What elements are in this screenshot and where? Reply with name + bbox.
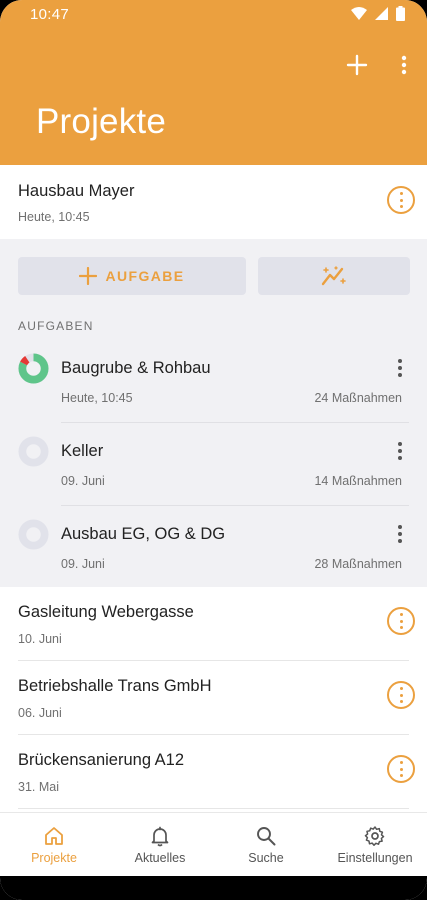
nav-label: Einstellungen <box>337 851 413 865</box>
task-measure-count: 24 Maßnahmen <box>314 391 402 405</box>
nav-aktuelles[interactable]: Aktuelles <box>120 813 200 877</box>
project-title: Betriebshalle Trans GmbH <box>18 677 212 695</box>
nav-label: Aktuelles <box>134 851 186 865</box>
plus-icon <box>346 54 368 76</box>
project-info-button[interactable] <box>387 607 415 635</box>
magic-wand-icon <box>321 266 346 286</box>
bell-icon <box>151 826 169 847</box>
task-title: Baugrube & Rohbau <box>61 359 211 377</box>
plus-icon <box>79 267 98 285</box>
project-item[interactable]: Gasleitung Webergasse 10. Juni <box>0 587 427 661</box>
project-item[interactable]: Brückensanierung A12 31. Mai <box>0 735 427 809</box>
project-info-button[interactable] <box>387 755 415 783</box>
task-progress-ring <box>18 519 49 550</box>
app-header: 10:47 Projekte <box>0 0 427 165</box>
add-project-button[interactable] <box>342 50 372 80</box>
task-progress-ring <box>18 353 49 384</box>
nav-suche[interactable]: Suche <box>226 813 306 877</box>
project-item-selected[interactable]: Hausbau Mayer Heute, 10:45 <box>0 165 427 239</box>
project-tasks-panel: AUFGABE AUFGABEN Baugrube & Rohbau Heute… <box>0 239 427 587</box>
overflow-menu-button[interactable] <box>389 50 419 80</box>
task-item[interactable]: Keller 09. Juni 14 Maßnahmen <box>0 422 427 506</box>
project-date: 06. Juni <box>18 706 62 720</box>
project-date: Heute, 10:45 <box>18 210 90 224</box>
project-date: 31. Mai <box>18 780 59 794</box>
task-measure-count: 14 Maßnahmen <box>314 474 402 488</box>
app-screen: 10:47 Projekte Hausbau Mayer Heute, 10:4… <box>0 0 427 900</box>
bottom-navigation: Projekte Aktuelles Suche Einstellungen <box>0 812 427 876</box>
task-item[interactable]: Baugrube & Rohbau Heute, 10:45 24 Maßnah… <box>0 339 427 423</box>
project-title: Hausbau Mayer <box>18 182 135 200</box>
nav-einstellungen[interactable]: Einstellungen <box>328 813 422 877</box>
task-date: Heute, 10:45 <box>61 391 133 405</box>
task-title: Ausbau EG, OG & DG <box>61 525 226 543</box>
task-date: 09. Juni <box>61 474 105 488</box>
task-item[interactable]: Ausbau EG, OG & DG 09. Juni 28 Maßnahmen <box>0 505 427 589</box>
add-task-button[interactable]: AUFGABE <box>18 257 246 295</box>
status-bar: 10:47 <box>0 0 427 28</box>
task-menu-button[interactable] <box>395 525 405 545</box>
nav-label: Suche <box>248 851 284 865</box>
project-info-button[interactable] <box>387 681 415 709</box>
task-menu-button[interactable] <box>395 442 405 462</box>
gear-icon <box>364 826 385 846</box>
task-progress-ring <box>18 436 49 467</box>
project-info-button[interactable] <box>387 186 415 214</box>
divider <box>18 808 409 809</box>
project-title: Brückensanierung A12 <box>18 751 185 769</box>
task-title: Keller <box>61 442 104 460</box>
status-time: 10:47 <box>30 6 70 23</box>
signal-icon <box>375 7 388 20</box>
nav-projekte[interactable]: Projekte <box>14 813 94 877</box>
wifi-icon <box>351 7 367 20</box>
battery-icon <box>396 6 405 21</box>
search-icon <box>257 827 276 846</box>
project-date: 10. Juni <box>18 632 62 646</box>
task-measure-count: 28 Maßnahmen <box>314 557 402 571</box>
task-date: 09. Juni <box>61 557 105 571</box>
home-icon <box>45 827 63 845</box>
project-title: Gasleitung Webergasse <box>18 603 194 621</box>
auto-generate-button[interactable] <box>258 257 410 295</box>
project-item[interactable]: Betriebshalle Trans GmbH 06. Juni <box>0 661 427 735</box>
system-home-bar <box>0 876 427 900</box>
add-task-label: AUFGABE <box>105 268 185 284</box>
status-icons <box>351 6 405 21</box>
task-menu-button[interactable] <box>395 359 405 379</box>
tasks-section-label: AUFGABEN <box>18 319 94 333</box>
nav-label: Projekte <box>31 851 77 865</box>
more-vert-icon <box>401 55 407 75</box>
page-title: Projekte <box>36 102 166 141</box>
